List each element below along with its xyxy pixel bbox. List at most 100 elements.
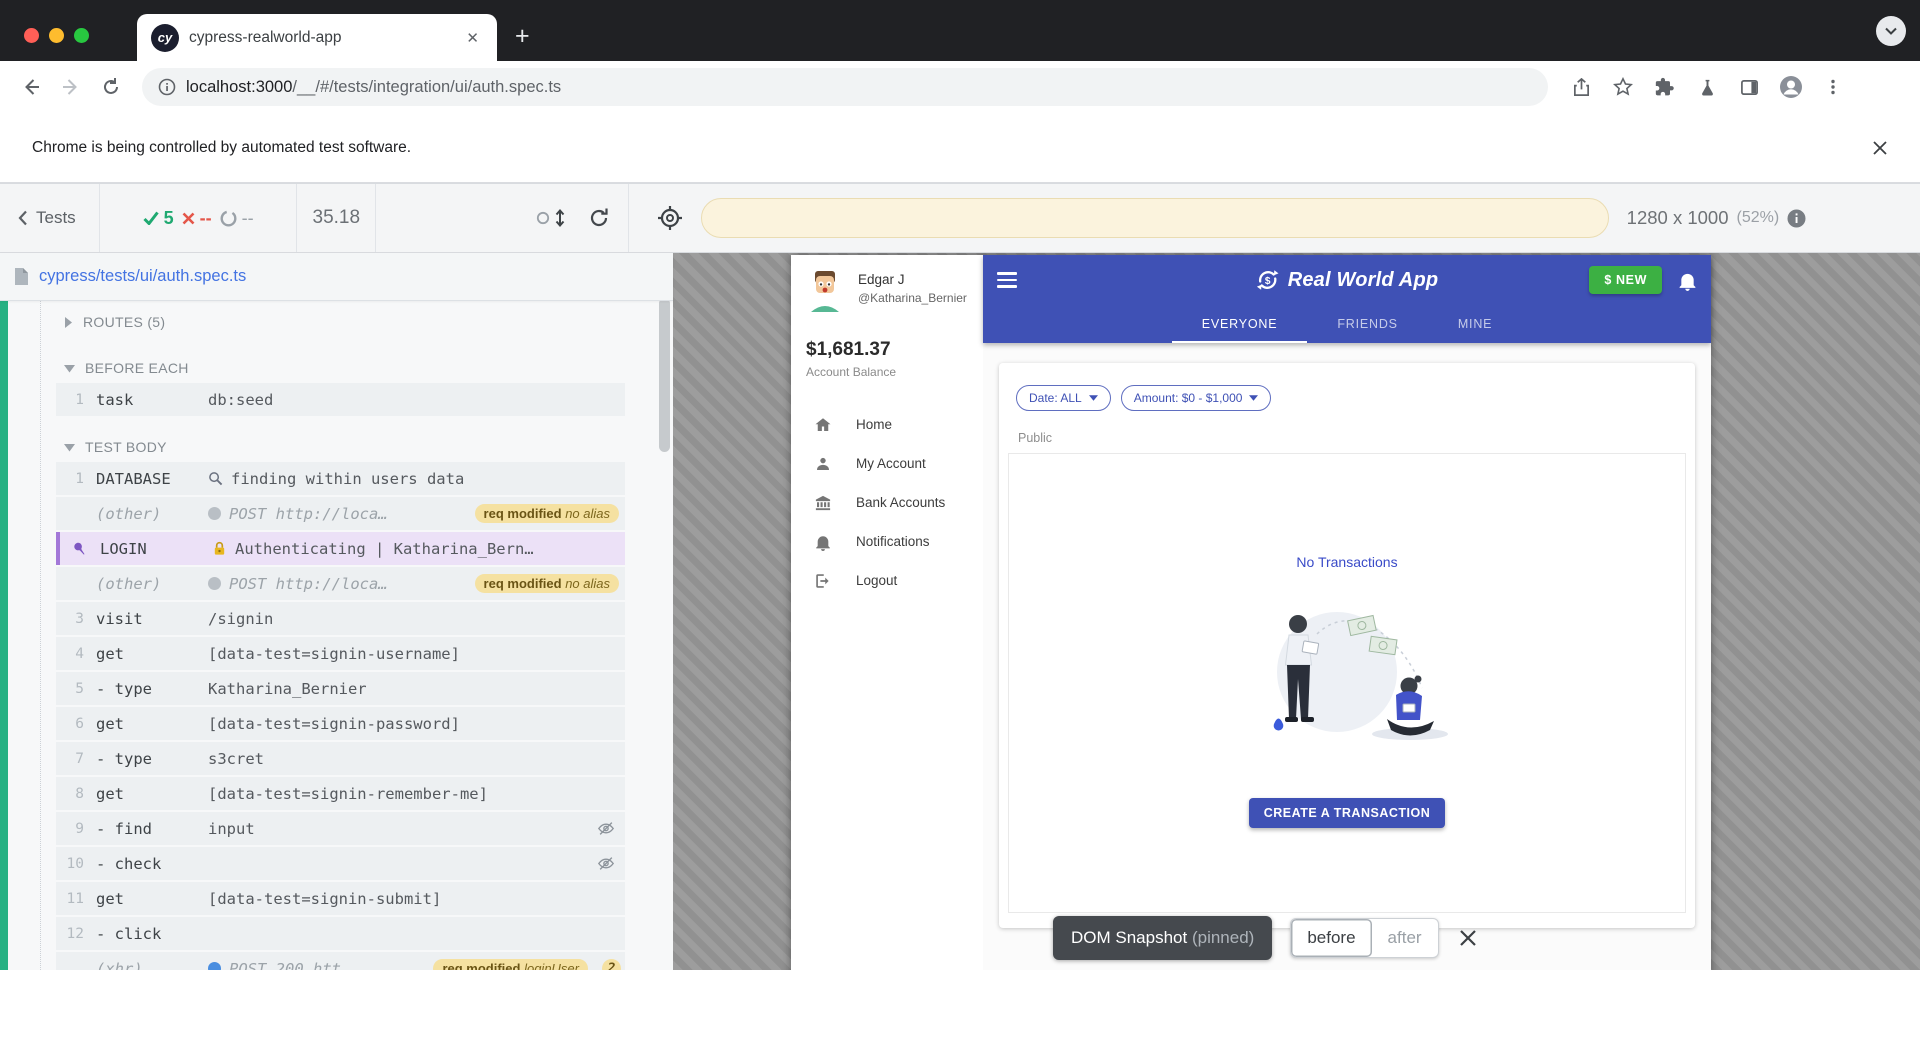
command-row[interactable]: 7- types3cret: [56, 742, 625, 775]
section-label: TEST BODY: [85, 439, 167, 455]
menu-kebab-icon[interactable]: [1816, 70, 1850, 104]
amount-filter[interactable]: Amount: $0 - $1,000: [1121, 385, 1272, 411]
sidebar-item-bank-accounts[interactable]: Bank Accounts: [806, 483, 983, 522]
pin-icon: [69, 537, 91, 559]
command-message: [data-test=signin-password]: [208, 715, 460, 733]
person-icon: [814, 455, 832, 473]
command-name: DATABASE: [96, 470, 208, 488]
check-icon: [143, 211, 159, 225]
tab-close-icon[interactable]: ✕: [462, 25, 483, 51]
duration: 35.18: [297, 184, 376, 252]
passed-stat[interactable]: 5: [143, 208, 174, 229]
pending-stat[interactable]: --: [220, 208, 254, 229]
profile-avatar-icon[interactable]: [1774, 70, 1808, 104]
forward-button[interactable]: [54, 70, 88, 104]
sidebar-item-my-account[interactable]: My Account: [806, 444, 983, 483]
browser-toolbar: localhost:3000/__/#/tests/integration/ui…: [0, 61, 1920, 113]
command-message: [data-test=signin-remember-me]: [208, 785, 488, 803]
browser-tabstrip: cy cypress-realworld-app ✕ +: [0, 0, 1920, 61]
nav-label: Notifications: [856, 534, 930, 549]
date-filter[interactable]: Date: ALL: [1016, 385, 1111, 411]
restart-tests-icon[interactable]: [588, 207, 610, 229]
address-bar[interactable]: localhost:3000/__/#/tests/integration/ui…: [142, 68, 1548, 106]
close-window-button[interactable]: [24, 28, 39, 43]
command-name: visit: [96, 610, 208, 628]
share-icon[interactable]: [1564, 70, 1598, 104]
section-label: BEFORE EACH: [85, 360, 189, 376]
file-icon: [14, 267, 29, 286]
command-number: 3: [56, 611, 96, 627]
hamburger-menu-icon[interactable]: [997, 272, 1017, 288]
command-row[interactable]: 5- typeKatharina_Bernier: [56, 672, 625, 705]
command-row[interactable]: LOGINAuthenticating | Katharina_Bern…: [56, 532, 625, 565]
command-row[interactable]: (xhr)POST 200 htt…req modified loginUser…: [56, 952, 625, 970]
snapshot-pinned-pill[interactable]: DOM Snapshot (pinned): [1053, 916, 1272, 960]
reporter-scrollbar-thumb[interactable]: [659, 298, 670, 452]
command-row[interactable]: 3visit/signin: [56, 602, 625, 635]
sidebar-item-logout[interactable]: Logout: [806, 561, 983, 600]
command-row[interactable]: 11get[data-test=signin-submit]: [56, 882, 625, 915]
feed-tab-mine[interactable]: MINE: [1428, 305, 1522, 343]
back-to-tests-link[interactable]: Tests: [0, 184, 100, 252]
command-name: - click: [96, 925, 208, 943]
new-transaction-button[interactable]: $ NEW: [1589, 266, 1662, 294]
new-tab-button[interactable]: +: [515, 22, 530, 51]
command-number: 9: [56, 821, 96, 837]
back-button[interactable]: [14, 70, 48, 104]
maximize-window-button[interactable]: [74, 28, 89, 43]
snapshot-after-button[interactable]: after: [1372, 919, 1438, 957]
command-row[interactable]: 6get[data-test=signin-password]: [56, 707, 625, 740]
command-message: input: [208, 820, 255, 838]
command-row[interactable]: (other)POST http://loca…req modified no …: [56, 497, 625, 530]
spec-path-link[interactable]: cypress/tests/ui/auth.spec.ts: [39, 267, 246, 286]
extensions-puzzle-icon[interactable]: [1648, 70, 1682, 104]
command-row[interactable]: 4get[data-test=signin-username]: [56, 637, 625, 670]
command-name: (other): [96, 505, 208, 523]
window-controls[interactable]: [24, 28, 89, 43]
section-label: ROUTES (5): [83, 314, 165, 330]
failed-stat[interactable]: --: [182, 208, 212, 229]
command-row[interactable]: (other)POST http://loca…req modified no …: [56, 567, 625, 600]
browser-tab[interactable]: cy cypress-realworld-app ✕: [137, 14, 497, 61]
command-log[interactable]: ROUTES (5) BEFORE EACH 1taskdb:seed TEST BO…: [0, 301, 655, 970]
nav-label: Home: [856, 417, 892, 432]
page-info-icon[interactable]: [158, 78, 176, 96]
url-text[interactable]: localhost:3000/__/#/tests/integration/ui…: [186, 78, 561, 97]
notifications-bell-icon[interactable]: [1678, 270, 1697, 291]
user-name: Edgar J: [858, 272, 967, 287]
side-panel-icon[interactable]: [1732, 70, 1766, 104]
command-number: 1: [56, 392, 96, 408]
route-dot-icon: [208, 577, 221, 590]
command-row[interactable]: 12- click: [56, 917, 625, 950]
command-row[interactable]: 8get[data-test=signin-remember-me]: [56, 777, 625, 810]
snapshot-controls: DOM Snapshot (pinned) before after: [1053, 916, 1477, 960]
log-section-header[interactable]: ROUTES (5): [56, 307, 625, 337]
runner-header: Tests 5 -- -- 35.18 1280 x 10: [0, 183, 1920, 253]
command-message: POST http://loca…: [208, 575, 388, 593]
feed-tab-everyone[interactable]: EVERYONE: [1172, 305, 1308, 343]
bookmark-star-icon[interactable]: [1606, 70, 1640, 104]
sidebar-item-notifications[interactable]: Notifications: [806, 522, 983, 561]
log-section-header[interactable]: TEST BODY: [56, 432, 625, 462]
command-row[interactable]: 9- findinput: [56, 812, 625, 845]
reload-button[interactable]: [94, 70, 128, 104]
viewport-info-icon[interactable]: [1787, 209, 1806, 228]
snapshot-close-icon[interactable]: [1459, 929, 1477, 947]
aut-url-bar[interactable]: [701, 198, 1609, 238]
selector-playground-icon[interactable]: [657, 205, 683, 231]
command-row[interactable]: 1taskdb:seed: [56, 383, 625, 416]
command-row[interactable]: 1DATABASEfinding within users data: [56, 462, 625, 495]
tab-search-icon[interactable]: [1876, 16, 1906, 46]
minimize-window-button[interactable]: [49, 28, 64, 43]
feed-tab-friends[interactable]: FRIENDS: [1307, 305, 1427, 343]
auto-scroll-icon[interactable]: [536, 207, 570, 229]
command-row[interactable]: 10- check: [56, 847, 625, 880]
automation-infobar: Chrome is being controlled by automated …: [0, 113, 1920, 183]
create-transaction-button[interactable]: CREATE A TRANSACTION: [1249, 798, 1445, 828]
infobar-close-icon[interactable]: [1872, 140, 1888, 156]
snapshot-before-button[interactable]: before: [1291, 919, 1371, 957]
viewport-info: 1280 x 1000 (52%): [1609, 184, 1920, 252]
flask-extension-icon[interactable]: [1690, 70, 1724, 104]
sidebar-item-home[interactable]: Home: [806, 405, 983, 444]
log-section-header[interactable]: BEFORE EACH: [56, 353, 625, 383]
